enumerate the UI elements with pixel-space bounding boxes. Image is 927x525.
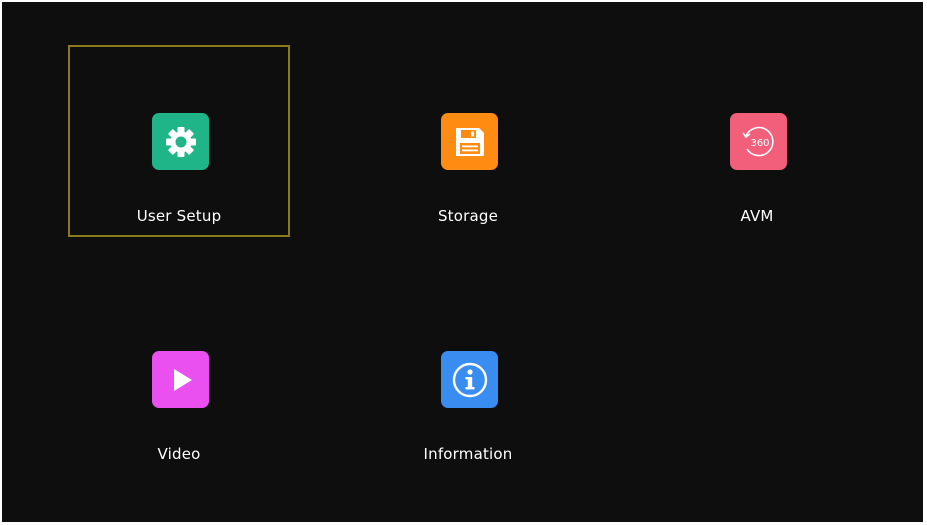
information-label: Information (423, 445, 513, 463)
video-icon-box (152, 351, 209, 408)
user-setup-icon-box (152, 113, 209, 170)
menu-tile-avm[interactable]: 360 AVM (646, 45, 868, 237)
storage-icon-box (441, 113, 498, 170)
avm-icon-box: 360 (730, 113, 787, 170)
360-view-icon: 360 (739, 122, 779, 162)
menu-tile-video[interactable]: Video (68, 283, 290, 475)
gear-icon (162, 123, 200, 161)
user-setup-label: User Setup (136, 207, 222, 225)
settings-menu-screen: User Setup Storage 360 AVM Video Informa… (2, 2, 923, 522)
video-label: Video (157, 445, 201, 463)
menu-tile-information[interactable]: Information (357, 283, 579, 475)
avm-label: AVM (740, 207, 774, 225)
storage-label: Storage (437, 207, 499, 225)
information-icon-box (441, 351, 498, 408)
menu-tile-user-setup[interactable]: User Setup (68, 45, 290, 237)
info-icon (450, 360, 490, 400)
floppy-disk-icon (453, 125, 487, 159)
play-icon (166, 365, 196, 395)
avm-icon-text: 360 (750, 138, 769, 149)
menu-tile-storage[interactable]: Storage (357, 45, 579, 237)
